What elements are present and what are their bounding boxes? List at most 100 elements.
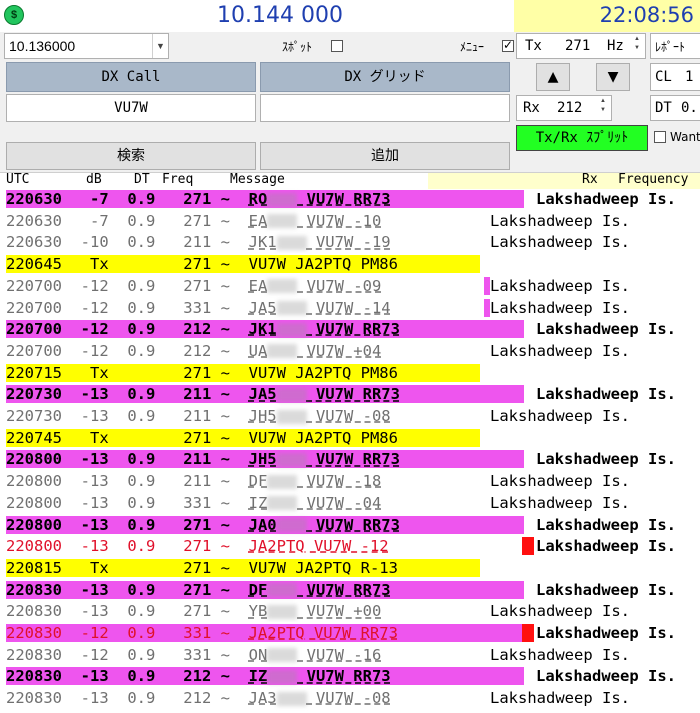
redacted-callsign	[267, 496, 298, 511]
message-text: VU7W -04	[297, 493, 382, 512]
message-text: VU7W RR73	[306, 320, 400, 339]
message-text: VU7W -09	[297, 276, 382, 295]
want-checkbox[interactable]	[654, 131, 666, 143]
chevron-down-icon[interactable]: ▼	[152, 34, 168, 58]
decode-row[interactable]: 220730 -13 0.9 211 ~ JH5 VU7W -08 Lakshad…	[0, 406, 700, 426]
decode-text: 220730 -13 0.9 211 ~ JA5 VU7W RR73	[6, 385, 400, 404]
decode-row[interactable]: 220830 -12 0.9 331 ~ JA2PTQ VU7W RR73 Lak…	[0, 623, 700, 643]
redacted-callsign	[267, 669, 298, 684]
decode-text: 220830 -13 0.9 271 ~ DF VU7W RR73	[6, 580, 391, 599]
dial-frequency: 10.144 000	[217, 3, 343, 28]
decode-row[interactable]: 220715 Tx 271 ~ VU7W JA2PTQ PM86	[0, 363, 700, 383]
dxcc-entity: Lakshadweep Is.	[490, 602, 630, 621]
dxcc-entity: Lakshadweep Is.	[536, 537, 676, 556]
message-text: IZ	[248, 493, 268, 512]
decode-row[interactable]: 220700 -12 0.9 212 ~ JK1 VU7W RR73 Laksha…	[0, 319, 700, 339]
decode-text: 220630 -10 0.9 211 ~ JK1 VU7W -19	[6, 233, 391, 252]
decode-row[interactable]: 220830 -13 0.9 212 ~ IZ VU7W RR73 Lakshad…	[0, 666, 700, 686]
decode-text: 220700 -12 0.9 271 ~ EA VU7W -09	[6, 276, 382, 295]
add-button[interactable]: 追加	[260, 142, 510, 170]
decode-row[interactable]: 220700 -12 0.9 331 ~ JA5 VU7W -14 Lakshad…	[0, 298, 700, 318]
message-text: VU7W RR73	[306, 450, 400, 469]
decode-row[interactable]: 220830 -13 0.9 271 ~ YB VU7W +00 Lakshadw…	[0, 601, 700, 621]
decode-row[interactable]: 220645 Tx 271 ~ VU7W JA2PTQ PM86	[0, 254, 700, 274]
dxcc-entity: Lakshadweep Is.	[536, 624, 676, 642]
dx-grid-input[interactable]	[260, 94, 510, 122]
decode-text: 220800 -13 0.9 211 ~ DF VU7W -18	[6, 472, 382, 491]
decode-list[interactable]: 220630 -7 0.9 271 ~ RO VU7W RR73 Lakshadw…	[0, 189, 700, 713]
redacted-callsign	[276, 452, 307, 467]
dxcc-entity: Lakshadweep Is.	[490, 298, 630, 317]
spinbox-arrows-icon[interactable]: ▲ ▼	[600, 97, 610, 115]
dxcc-entity: Lakshadweep Is.	[536, 580, 676, 599]
decode-column-header: UTC dB DT Freq Message Rx Frequency	[0, 172, 700, 190]
tx-rx-split-button[interactable]: Tx/Rx ｽﾌﾟﾘｯﾄ	[516, 125, 648, 151]
dxcc-entity: Lakshadweep Is.	[490, 233, 630, 252]
col-message: Message	[230, 172, 285, 187]
spot-label: ｽﾎﾟｯﾄ	[282, 40, 313, 54]
decode-text: 220830 -12 0.9 331 ~ ON VU7W -16	[6, 645, 382, 664]
decode-row[interactable]: 220630 -7 0.9 271 ~ EA VU7W -10 Lakshadwe…	[0, 211, 700, 231]
dx-call-input[interactable]: VU7W	[6, 94, 256, 122]
redacted-callsign	[276, 691, 307, 706]
message-text: JH5	[248, 450, 277, 469]
message-text: IZ	[248, 667, 268, 686]
spot-checkbox[interactable]	[331, 40, 343, 52]
spinbox-arrows-icon[interactable]: ▲ ▼	[634, 35, 644, 53]
message-text: VU7W JA2PTQ R-13	[248, 558, 398, 577]
tx-frequency-spinbox[interactable]: Tx 271 Hz ▲ ▼	[516, 33, 646, 59]
decode-text: 220830 -13 0.9 212 ~ IZ VU7W RR73	[6, 667, 391, 686]
redacted-callsign	[267, 583, 298, 598]
dxcc-entity: Lakshadweep Is.	[490, 645, 630, 664]
dxcc-entity: Lakshadweep Is.	[490, 472, 630, 491]
search-button[interactable]: 検索	[6, 142, 256, 170]
up-button[interactable]: ▲	[536, 63, 570, 91]
status-icon[interactable]: $	[4, 5, 24, 25]
band-combo[interactable]: 10.136000 ▼	[4, 33, 169, 59]
down-button[interactable]: ▼	[596, 63, 630, 91]
dxcc-entity: Lakshadweep Is.	[536, 667, 676, 686]
redacted-callsign	[276, 409, 307, 424]
decode-row[interactable]: 220800 -13 0.9 271 ~ JA2PTQ VU7W -12 Laks…	[0, 536, 700, 556]
dt-value: 0.	[681, 100, 698, 116]
decode-row[interactable]: 220830 -12 0.9 331 ~ ON VU7W -16 Lakshadw…	[0, 645, 700, 665]
decode-row[interactable]: 220745 Tx 271 ~ VU7W JA2PTQ PM86	[0, 428, 700, 448]
rx-frequency-spinbox[interactable]: Rx 212 ▲ ▼	[516, 95, 612, 121]
redacted-callsign	[267, 279, 298, 294]
decode-row[interactable]: 220700 -12 0.9 271 ~ EA VU7W -09 Lakshadw…	[0, 276, 700, 296]
decode-row[interactable]: 220815 Tx 271 ~ VU7W JA2PTQ R-13	[0, 558, 700, 578]
redacted-callsign	[276, 387, 307, 402]
redacted-callsign	[276, 518, 307, 532]
cl-field[interactable]: CL 1	[650, 63, 700, 91]
message-text: EA	[248, 211, 268, 230]
decode-text: 220800 -13 0.9 271 ~ JA2PTQ VU7W -12	[6, 537, 389, 556]
message-text: VU7W RR73	[297, 667, 391, 686]
decode-text: 220700 -12 0.9 331 ~ JA5 VU7W -14	[6, 298, 391, 317]
message-text: VU7W -16	[297, 645, 382, 664]
message-text: UA	[248, 341, 268, 360]
redacted-callsign	[267, 214, 298, 229]
decode-row[interactable]: 220830 -13 0.9 212 ~ JA3 VU7W -08 Lakshad…	[0, 688, 700, 708]
message-text: YB	[248, 602, 268, 621]
message-text: VU7W -18	[297, 472, 382, 491]
decode-row[interactable]: 220700 -12 0.9 212 ~ UA VU7W +04 Lakshadw…	[0, 341, 700, 361]
menu-checkbox[interactable]	[502, 38, 514, 52]
decode-row[interactable]: 220830 -13 0.9 271 ~ DF VU7W RR73 Lakshad…	[0, 580, 700, 600]
decode-row[interactable]: 220800 -13 0.9 211 ~ DF VU7W -18 Lakshadw…	[0, 471, 700, 491]
redacted-callsign	[267, 604, 298, 619]
redacted-callsign	[267, 192, 298, 207]
col-dt: DT	[134, 172, 150, 187]
want-label: Want	[670, 130, 700, 144]
report-field[interactable]: ﾚﾎﾟｰﾄ	[650, 33, 700, 59]
decode-text: 220630 -7 0.9 271 ~ RO VU7W RR73	[6, 190, 391, 208]
decode-row[interactable]: 220800 -13 0.9 271 ~ JA0 VU7W RR73 Laksha…	[0, 515, 700, 535]
decode-row[interactable]: 220800 -13 0.9 211 ~ JH5 VU7W RR73 Laksha…	[0, 449, 700, 469]
decode-row[interactable]: 220730 -13 0.9 211 ~ JA5 VU7W RR73 Laksha…	[0, 384, 700, 404]
decode-row[interactable]: 220630 -10 0.9 211 ~ JK1 VU7W -19 Lakshad…	[0, 232, 700, 252]
dt-field[interactable]: DT 0.	[650, 95, 700, 121]
decode-row[interactable]: 220800 -13 0.9 331 ~ IZ VU7W -04 Lakshadw…	[0, 493, 700, 513]
message-text: DF	[248, 580, 268, 599]
decode-row[interactable]: 220630 -7 0.9 271 ~ RO VU7W RR73 Lakshadw…	[0, 189, 700, 209]
message-text: VU7W -14	[306, 298, 391, 317]
tx-unit: Hz	[607, 38, 624, 54]
